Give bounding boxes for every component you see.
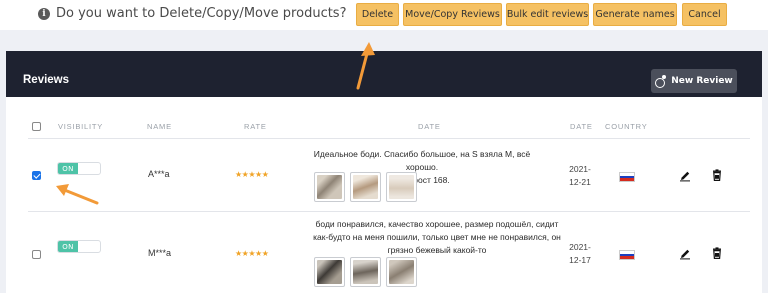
- annotation-arrows: [56, 42, 375, 205]
